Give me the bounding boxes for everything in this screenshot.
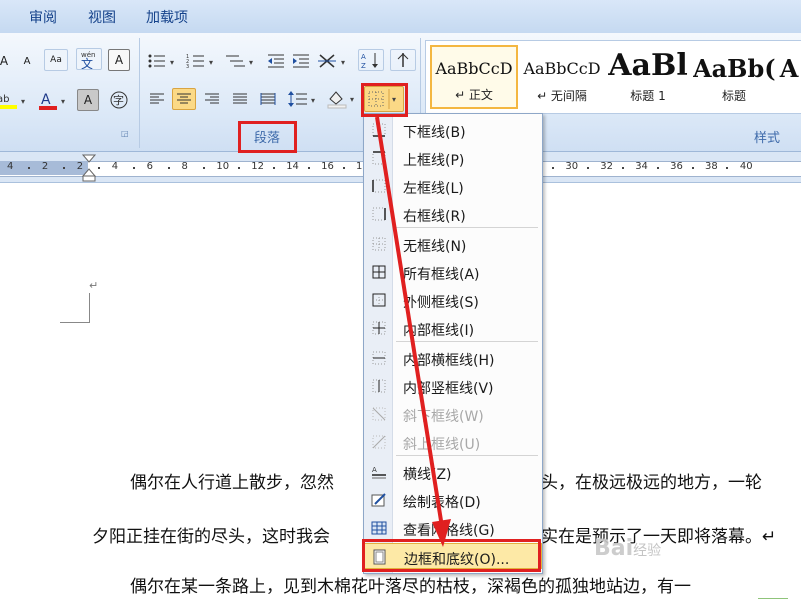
- annotation-arrow-icon: [375, 116, 451, 547]
- watermark-text: Bai: [594, 536, 634, 561]
- watermark-suffix: 经验: [633, 543, 662, 559]
- watermark: Bai经验: [594, 536, 661, 561]
